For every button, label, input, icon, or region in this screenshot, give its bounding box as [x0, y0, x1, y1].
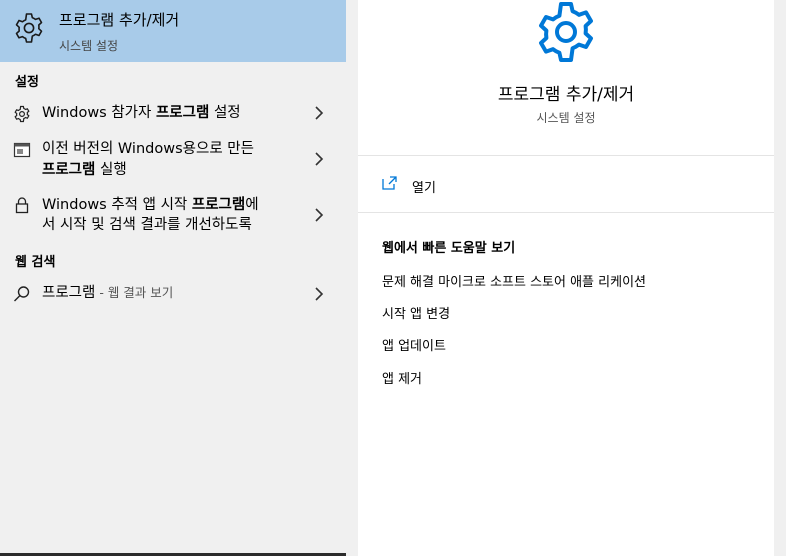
- gear-small-icon: [14, 105, 30, 123]
- help-link[interactable]: 앱 제거: [382, 368, 422, 387]
- help-link[interactable]: 시작 앱 변경: [382, 303, 450, 322]
- gear-icon: [15, 13, 43, 43]
- web-search-label: 프로그램 - 웹 결과 보기: [42, 285, 174, 301]
- chevron-right-icon: [315, 287, 324, 301]
- settings-item-insider-label: Windows 참가자 프로그램 설정: [42, 105, 241, 121]
- web-search-item[interactable]: 프로그램 - 웹 결과 보기: [0, 281, 346, 307]
- legacy-app-icon: [13, 142, 31, 158]
- settings-section-label: 설정: [15, 75, 39, 90]
- help-link[interactable]: 앱 업데이트: [382, 335, 446, 354]
- search-results-panel: 프로그램 추가/제거 시스템 설정 설정 Windows 참가자 프로그램 설정…: [0, 0, 346, 556]
- divider: [358, 155, 774, 156]
- web-help-heading: 웹에서 빠른 도움말 보기: [382, 241, 516, 256]
- settings-item-insider[interactable]: Windows 참가자 프로그램 설정: [0, 100, 346, 126]
- detail-panel: 프로그램 추가/제거 시스템 설정 열기 웹에서 빠른 도움말 보기 문제 해결…: [358, 0, 774, 556]
- help-link[interactable]: 문제 해결 마이크로 소프트 스토어 애플 리케이션: [382, 271, 646, 290]
- settings-item-compat-line1: 이전 버전의 Windows용으로 만든: [42, 141, 254, 157]
- app-gear-icon: [539, 2, 593, 62]
- settings-item-tracking[interactable]: Windows 추적 앱 시작 프로그램에 서 시작 및 검색 결과를 개선하도…: [0, 194, 346, 238]
- web-section-label: 웹 검색: [15, 255, 56, 270]
- top-result-item[interactable]: 프로그램 추가/제거 시스템 설정: [0, 0, 346, 62]
- open-label: 열기: [412, 181, 436, 196]
- settings-item-tracking-line1: Windows 추적 앱 시작 프로그램에: [42, 197, 259, 213]
- top-result-subtitle: 시스템 설정: [59, 39, 119, 53]
- settings-item-tracking-line2: 서 시작 및 검색 결과를 개선하도록: [42, 217, 252, 233]
- chevron-right-icon: [315, 152, 324, 166]
- divider: [358, 212, 774, 213]
- panel-gap: [346, 0, 358, 556]
- detail-title: 프로그램 추가/제거: [497, 85, 635, 105]
- top-result-title: 프로그램 추가/제거: [59, 11, 180, 29]
- chevron-right-icon: [315, 208, 324, 222]
- detail-subtitle: 시스템 설정: [536, 111, 596, 125]
- lock-icon: [15, 197, 29, 214]
- panel-edge: [774, 0, 786, 556]
- search-icon: [14, 286, 30, 302]
- settings-item-compat-line2: 프로그램 실행: [42, 162, 127, 178]
- open-external-icon: [382, 176, 397, 190]
- settings-item-compat[interactable]: 이전 버전의 Windows용으로 만든 프로그램 실행: [0, 138, 346, 182]
- chevron-right-icon: [315, 106, 324, 120]
